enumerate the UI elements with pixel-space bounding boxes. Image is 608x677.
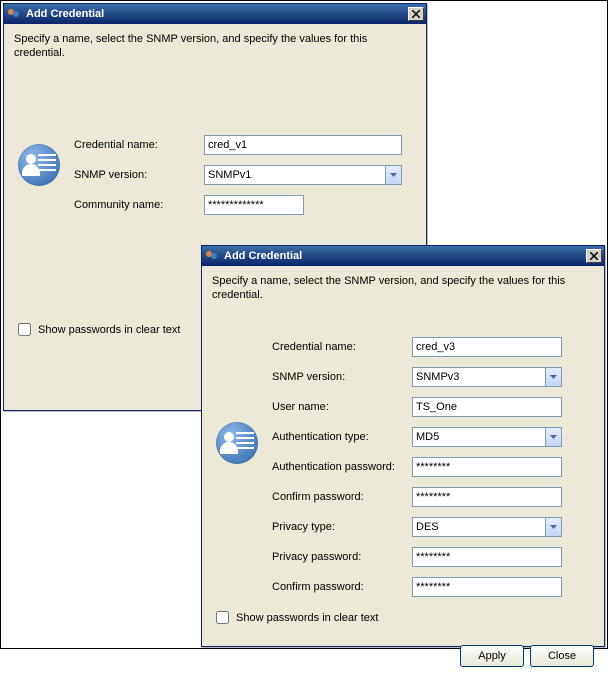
show-passwords-checkbox[interactable] <box>18 323 31 336</box>
snmp-version-label: SNMP version: <box>272 371 412 383</box>
dialog-title: Add Credential <box>26 8 408 20</box>
dropdown-arrow[interactable] <box>545 428 561 446</box>
auth-password-label: Authentication password: <box>272 461 412 473</box>
dialog-description: Specify a name, select the SNMP version,… <box>212 274 594 302</box>
dialog-title: Add Credential <box>224 250 586 262</box>
show-passwords-checkbox[interactable] <box>216 611 229 624</box>
snmp-version-label: SNMP version: <box>74 169 204 181</box>
privacy-type-value: DES <box>416 521 545 533</box>
confirm-auth-password-input[interactable] <box>412 487 562 507</box>
credential-icon <box>216 422 258 464</box>
snmp-version-select[interactable]: SNMPv1 <box>204 165 402 185</box>
dropdown-arrow[interactable] <box>385 166 401 184</box>
dropdown-arrow[interactable] <box>545 518 561 536</box>
auth-type-label: Authentication type: <box>272 431 412 443</box>
close-button[interactable] <box>586 249 602 263</box>
chevron-down-icon <box>550 525 557 529</box>
snmp-version-value: SNMPv1 <box>208 169 385 181</box>
credential-name-input[interactable] <box>412 337 562 357</box>
dropdown-arrow[interactable] <box>545 368 561 386</box>
privacy-type-label: Privacy type: <box>272 521 412 533</box>
show-passwords-label: Show passwords in clear text <box>236 612 378 624</box>
snmp-version-value: SNMPv3 <box>416 371 545 383</box>
privacy-password-label: Privacy password: <box>272 551 412 563</box>
close-dialog-button[interactable]: Close <box>530 645 594 667</box>
user-name-label: User name: <box>272 401 412 413</box>
chevron-down-icon <box>550 375 557 379</box>
title-bar: Add Credential <box>202 246 604 266</box>
title-bar: Add Credential <box>4 4 426 24</box>
dialog-description: Specify a name, select the SNMP version,… <box>14 32 416 60</box>
chevron-down-icon <box>390 173 397 177</box>
show-passwords-label: Show passwords in clear text <box>38 324 180 336</box>
user-name-input[interactable] <box>412 397 562 417</box>
credential-icon <box>18 144 60 186</box>
privacy-type-select[interactable]: DES <box>412 517 562 537</box>
confirm-auth-password-label: Confirm password: <box>272 491 412 503</box>
close-icon <box>412 10 420 18</box>
credential-name-input[interactable] <box>204 135 402 155</box>
privacy-password-input[interactable] <box>412 547 562 567</box>
app-icon <box>204 248 220 264</box>
confirm-privacy-password-label: Confirm password: <box>272 581 412 593</box>
auth-type-select[interactable]: MD5 <box>412 427 562 447</box>
auth-password-input[interactable] <box>412 457 562 477</box>
community-name-input[interactable] <box>204 195 304 215</box>
auth-type-value: MD5 <box>416 431 545 443</box>
apply-button[interactable]: Apply <box>460 645 524 667</box>
community-name-label: Community name: <box>74 199 204 211</box>
confirm-privacy-password-input[interactable] <box>412 577 562 597</box>
chevron-down-icon <box>550 435 557 439</box>
credential-name-label: Credential name: <box>272 341 412 353</box>
app-icon <box>6 6 22 22</box>
credential-name-label: Credential name: <box>74 139 204 151</box>
close-button[interactable] <box>408 7 424 21</box>
close-icon <box>590 252 598 260</box>
snmp-version-select[interactable]: SNMPv3 <box>412 367 562 387</box>
